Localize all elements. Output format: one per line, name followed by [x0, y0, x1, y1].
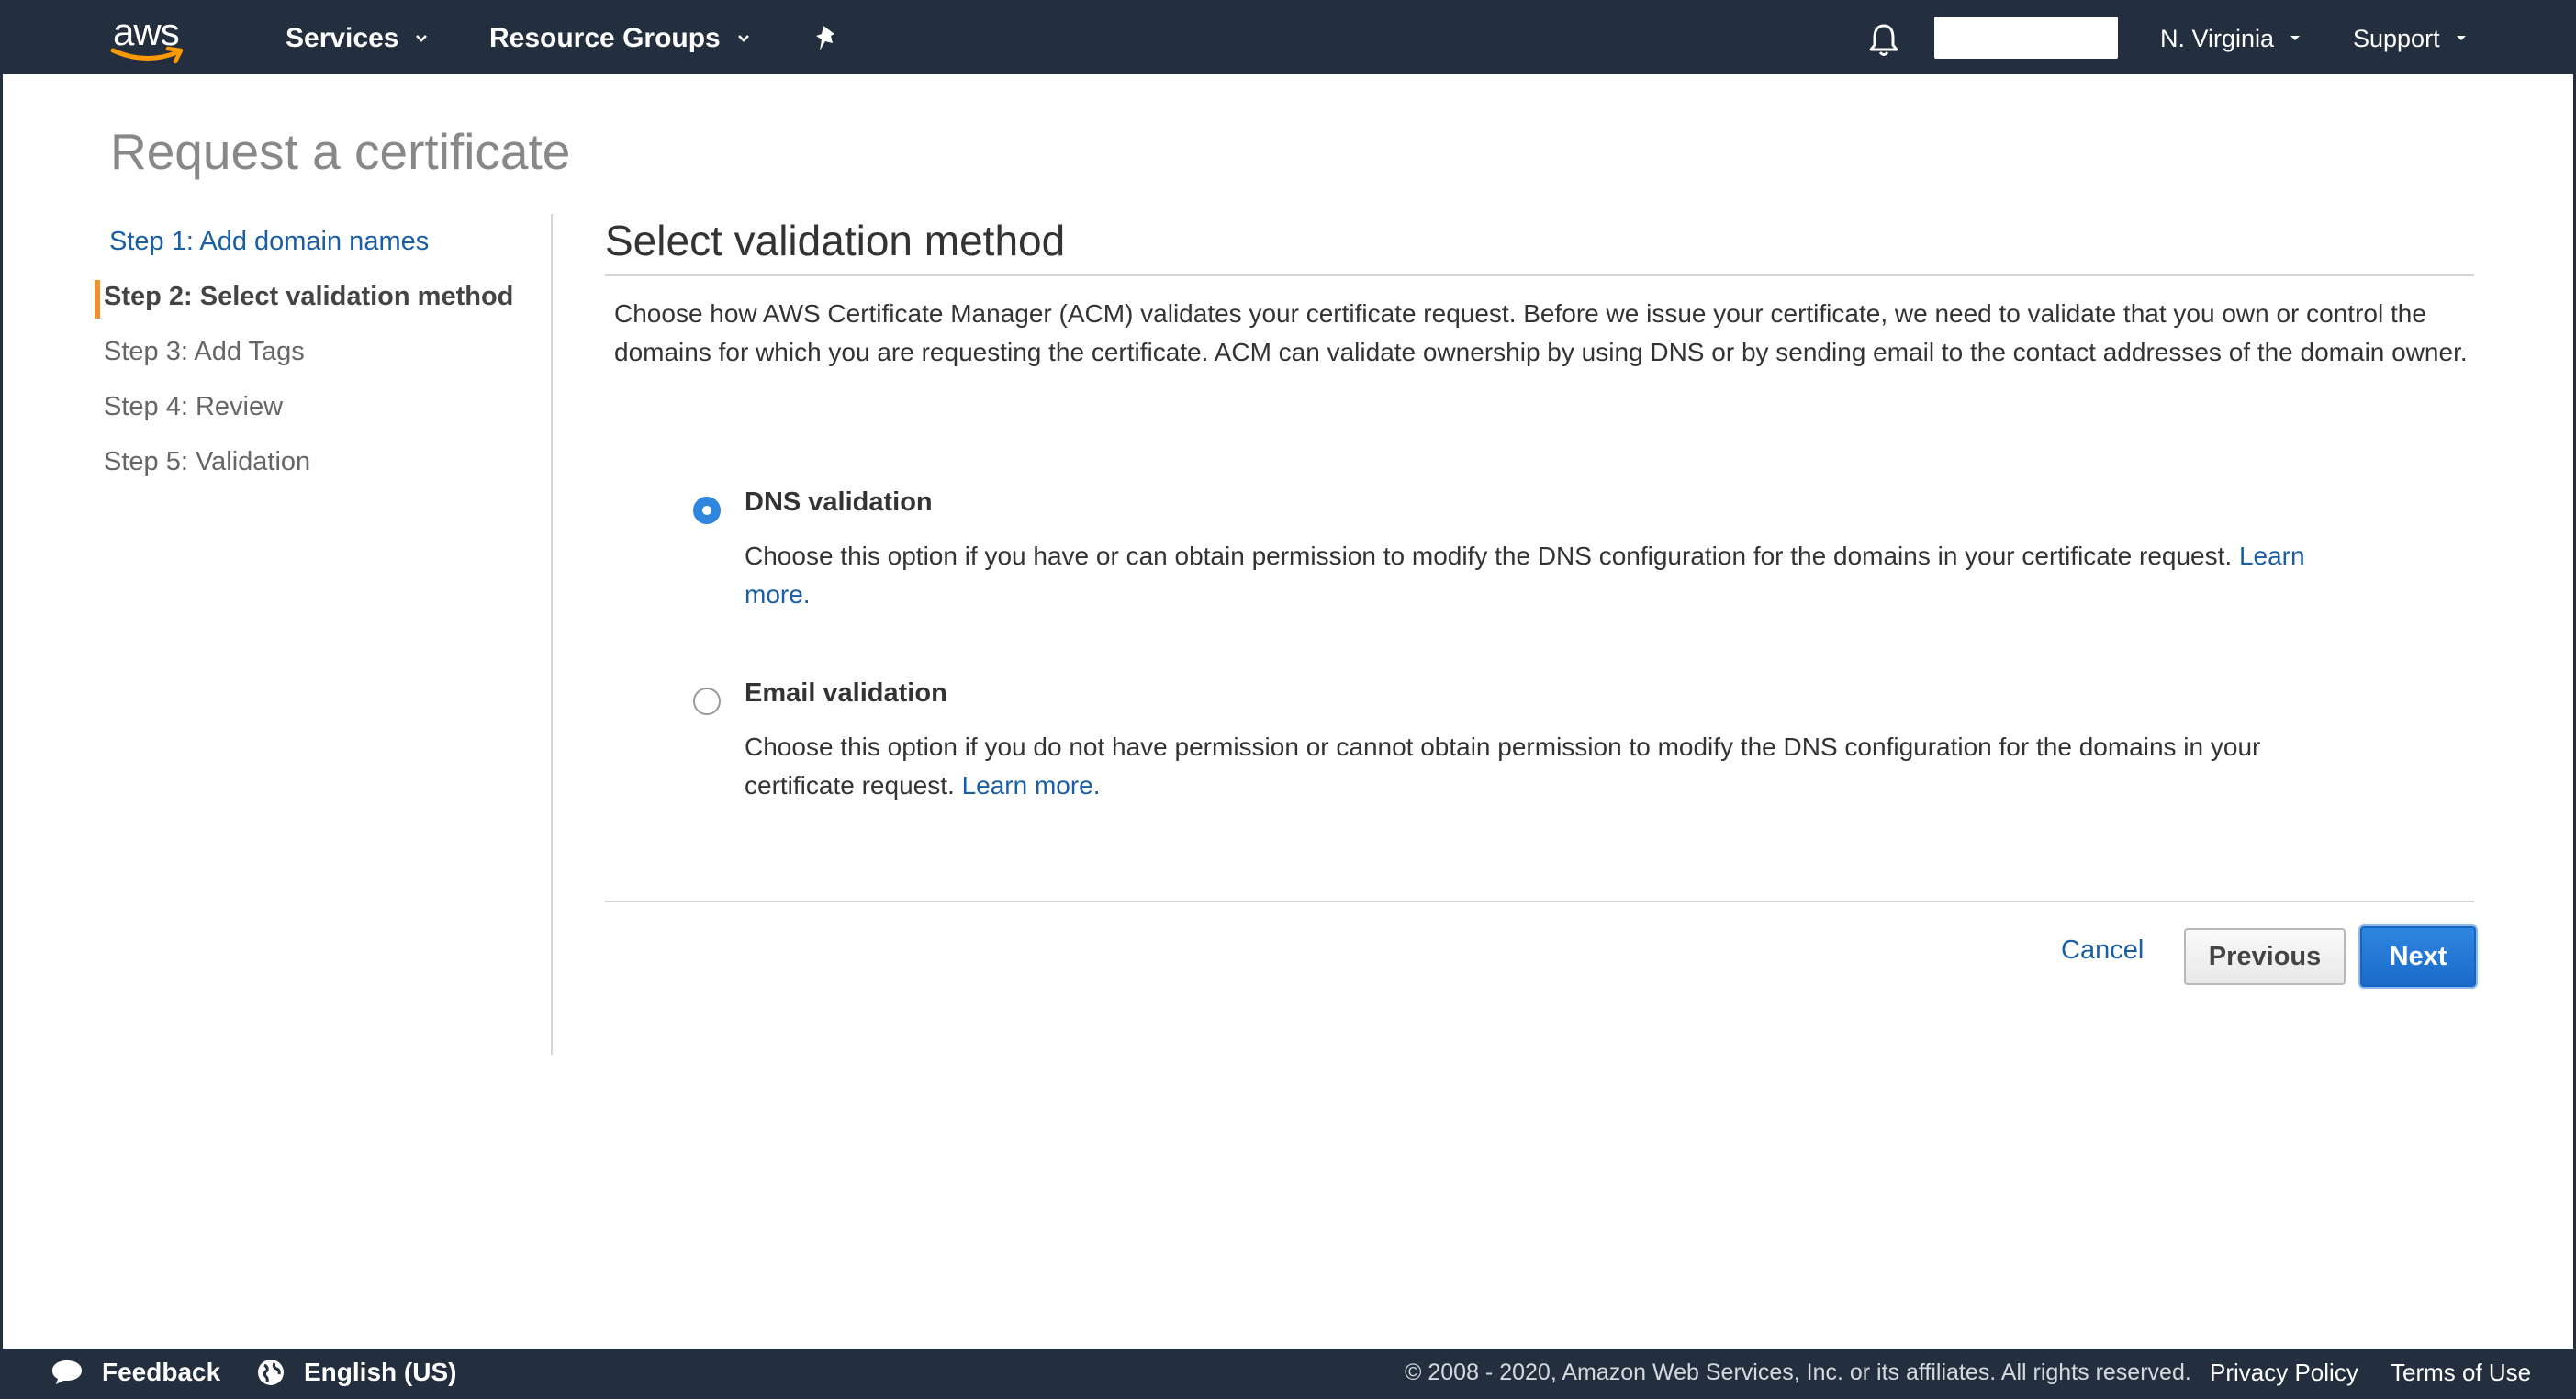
- step-select-validation-method: Step 2: Select validation method: [104, 282, 514, 311]
- active-step-marker: [95, 280, 100, 319]
- actions-divider: [605, 901, 2474, 902]
- email-learn-more-link[interactable]: Learn more.: [962, 771, 1101, 800]
- bell-icon[interactable]: [1866, 21, 1901, 58]
- region-menu[interactable]: N. Virginia: [2160, 3, 2302, 74]
- privacy-policy-link[interactable]: Privacy Policy: [2210, 1349, 2358, 1396]
- step-review: Step 4: Review: [104, 392, 284, 421]
- dns-validation-radio[interactable]: [693, 497, 721, 524]
- email-validation-description: Choose this option if you do not have pe…: [745, 728, 2342, 805]
- chevron-down-icon: [416, 35, 428, 42]
- support-label: Support: [2353, 24, 2440, 52]
- language-selector[interactable]: English (US): [256, 1349, 456, 1396]
- next-button[interactable]: Next: [2360, 926, 2476, 987]
- services-menu[interactable]: Services: [286, 3, 428, 74]
- step-add-tags: Step 3: Add Tags: [104, 337, 305, 366]
- intro-text: Choose how AWS Certificate Manager (ACM)…: [614, 299, 2468, 366]
- resource-groups-menu[interactable]: Resource Groups: [489, 3, 750, 74]
- dns-validation-label[interactable]: DNS validation: [745, 487, 933, 518]
- language-label: English (US): [304, 1358, 457, 1386]
- aws-logo[interactable]: aws: [107, 10, 190, 64]
- copyright-text: © 2008 - 2020, Amazon Web Services, Inc.…: [1405, 1359, 2191, 1385]
- services-label: Services: [286, 23, 399, 53]
- dns-validation-description: Choose this option if you have or can ob…: [745, 537, 2342, 614]
- region-label: N. Virginia: [2160, 24, 2275, 52]
- top-navigation-bar: aws Services Resource Groups N. Virginia…: [3, 3, 2573, 74]
- terms-of-use-link[interactable]: Terms of Use: [2391, 1349, 2531, 1396]
- section-title: Select validation method: [605, 217, 1066, 264]
- email-validation-radio[interactable]: [693, 688, 721, 715]
- account-menu[interactable]: [1934, 17, 2118, 59]
- email-validation-label[interactable]: Email validation: [745, 678, 947, 709]
- feedback-link[interactable]: Feedback: [50, 1349, 220, 1396]
- pin-icon[interactable]: [812, 23, 842, 54]
- footer: Feedback English (US) © 2008 - 2020, Ama…: [3, 1349, 2573, 1396]
- resource-groups-label: Resource Groups: [489, 23, 721, 53]
- chevron-down-icon: [737, 35, 749, 42]
- step-add-domain-names[interactable]: Step 1: Add domain names: [109, 227, 429, 257]
- aws-smile-icon: [110, 46, 184, 64]
- feedback-label: Feedback: [102, 1358, 221, 1386]
- section-divider: [605, 274, 2474, 276]
- cancel-button[interactable]: Cancel: [2061, 935, 2144, 966]
- globe-icon: [258, 1360, 284, 1385]
- chevron-down-icon: [2456, 36, 2466, 40]
- support-menu[interactable]: Support: [2353, 3, 2468, 74]
- step-validation: Step 5: Validation: [104, 447, 311, 476]
- chevron-down-icon: [2290, 36, 2301, 40]
- previous-button[interactable]: Previous: [2184, 928, 2346, 985]
- dns-description-text: Choose this option if you have or can ob…: [745, 542, 2233, 570]
- sidebar-divider: [551, 214, 553, 1055]
- chat-bubble-icon: [52, 1360, 82, 1384]
- page-title: Request a certificate: [110, 123, 571, 180]
